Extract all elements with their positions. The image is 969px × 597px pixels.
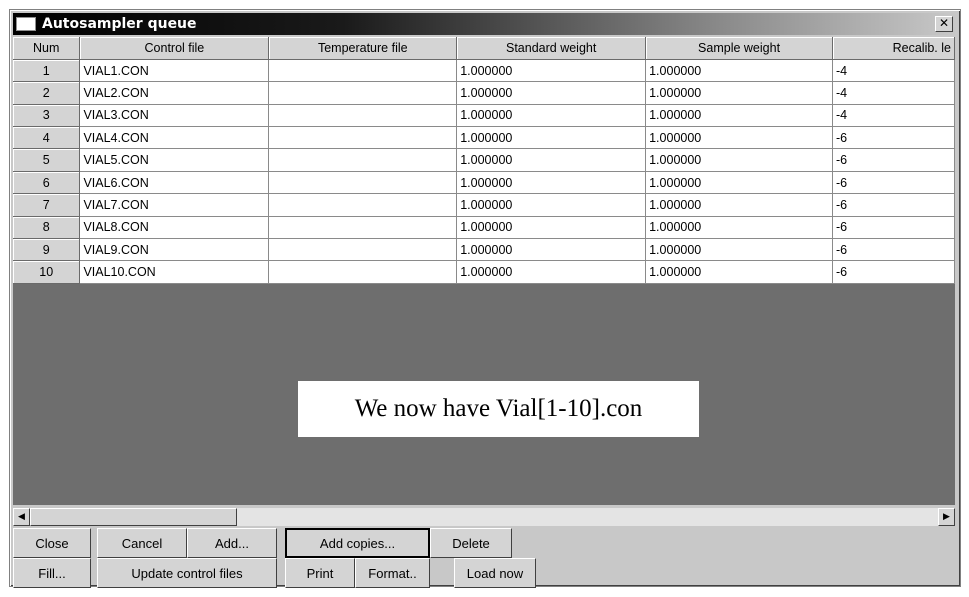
table-row[interactable]: 8 VIAL8.CON 1.000000 1.000000 -6: [13, 216, 955, 240]
control-file-cell[interactable]: VIAL9.CON: [79, 238, 270, 262]
sample-weight-cell[interactable]: 1.000000: [645, 104, 833, 128]
control-file-cell[interactable]: VIAL10.CON: [79, 260, 270, 284]
sample-weight-cell[interactable]: 1.000000: [645, 171, 833, 195]
window-icon: [16, 17, 36, 31]
sample-weight-cell[interactable]: 1.000000: [645, 148, 833, 172]
standard-weight-cell[interactable]: 1.000000: [456, 216, 647, 240]
temperature-file-cell[interactable]: [268, 59, 458, 83]
add-copies-button[interactable]: Add copies...: [285, 528, 430, 558]
standard-weight-cell[interactable]: 1.000000: [456, 260, 647, 284]
update-control-files-button[interactable]: Update control files: [97, 558, 277, 588]
table-row[interactable]: 10 VIAL10.CON 1.000000 1.000000 -6: [13, 260, 955, 284]
row-number[interactable]: 6: [13, 171, 81, 195]
temperature-file-cell[interactable]: [268, 238, 458, 262]
recalib-cell[interactable]: -6: [832, 193, 955, 217]
control-file-cell[interactable]: VIAL5.CON: [79, 148, 270, 172]
standard-weight-cell[interactable]: 1.000000: [456, 238, 647, 262]
row-number[interactable]: 3: [13, 104, 81, 128]
recalib-cell[interactable]: -6: [832, 171, 955, 195]
close-icon[interactable]: ✕: [935, 16, 953, 32]
recalib-cell[interactable]: -6: [832, 126, 955, 150]
recalib-cell[interactable]: -6: [832, 238, 955, 262]
row-number[interactable]: 10: [13, 260, 81, 284]
standard-weight-cell[interactable]: 1.000000: [456, 104, 647, 128]
window-title: Autosampler queue: [42, 16, 197, 32]
control-file-cell[interactable]: VIAL4.CON: [79, 126, 270, 150]
fill-button[interactable]: Fill...: [13, 558, 91, 588]
control-file-cell[interactable]: VIAL6.CON: [79, 171, 270, 195]
row-number[interactable]: 8: [13, 216, 81, 240]
column-header-num[interactable]: Num: [13, 37, 81, 60]
row-number[interactable]: 2: [13, 81, 81, 105]
row-number[interactable]: 4: [13, 126, 81, 150]
scrollbar-thumb[interactable]: [30, 508, 237, 526]
recalib-cell[interactable]: -6: [832, 260, 955, 284]
horizontal-scrollbar[interactable]: ◀ ▶: [13, 508, 955, 526]
table-row[interactable]: 9 VIAL9.CON 1.000000 1.000000 -6: [13, 238, 955, 262]
table-row[interactable]: 1 VIAL1.CON 1.000000 1.000000 -4: [13, 59, 955, 83]
row-number[interactable]: 1: [13, 59, 81, 83]
close-button[interactable]: Close: [13, 528, 91, 558]
standard-weight-cell[interactable]: 1.000000: [456, 193, 647, 217]
recalib-cell[interactable]: -4: [832, 104, 955, 128]
control-file-cell[interactable]: VIAL7.CON: [79, 193, 270, 217]
standard-weight-cell[interactable]: 1.000000: [456, 171, 647, 195]
add-button[interactable]: Add...: [187, 528, 277, 558]
recalib-cell[interactable]: -4: [832, 59, 955, 83]
column-header-control-file[interactable]: Control file: [79, 37, 270, 60]
control-file-cell[interactable]: VIAL2.CON: [79, 81, 270, 105]
column-header-sample-weight[interactable]: Sample weight: [645, 37, 833, 60]
format-button[interactable]: Format..: [355, 558, 430, 588]
table-row[interactable]: 4 VIAL4.CON 1.000000 1.000000 -6: [13, 126, 955, 150]
temperature-file-cell[interactable]: [268, 104, 458, 128]
table-row[interactable]: 7 VIAL7.CON 1.000000 1.000000 -6: [13, 193, 955, 217]
title-bar[interactable]: Autosampler queue ✕: [13, 13, 957, 35]
annotation-callout: We now have Vial[1-10].con: [298, 381, 699, 437]
table-header-row: Num Control file Temperature file Standa…: [13, 37, 955, 60]
print-button[interactable]: Print: [285, 558, 355, 588]
row-number[interactable]: 5: [13, 148, 81, 172]
recalib-cell[interactable]: -4: [832, 81, 955, 105]
column-header-recalib[interactable]: Recalib. le: [832, 37, 955, 60]
column-header-standard-weight[interactable]: Standard weight: [456, 37, 647, 60]
scroll-right-icon[interactable]: ▶: [938, 508, 955, 526]
table-row[interactable]: 6 VIAL6.CON 1.000000 1.000000 -6: [13, 171, 955, 195]
temperature-file-cell[interactable]: [268, 148, 458, 172]
sample-weight-cell[interactable]: 1.000000: [645, 193, 833, 217]
queue-grid: Num Control file Temperature file Standa…: [13, 37, 955, 505]
temperature-file-cell[interactable]: [268, 216, 458, 240]
standard-weight-cell[interactable]: 1.000000: [456, 59, 647, 83]
sample-weight-cell[interactable]: 1.000000: [645, 238, 833, 262]
recalib-cell[interactable]: -6: [832, 148, 955, 172]
control-file-cell[interactable]: VIAL3.CON: [79, 104, 270, 128]
temperature-file-cell[interactable]: [268, 260, 458, 284]
table-row[interactable]: 3 VIAL3.CON 1.000000 1.000000 -4: [13, 104, 955, 128]
standard-weight-cell[interactable]: 1.000000: [456, 148, 647, 172]
sample-weight-cell[interactable]: 1.000000: [645, 260, 833, 284]
queue-table: Num Control file Temperature file Standa…: [13, 37, 955, 284]
delete-button[interactable]: Delete: [430, 528, 512, 558]
sample-weight-cell[interactable]: 1.000000: [645, 81, 833, 105]
temperature-file-cell[interactable]: [268, 81, 458, 105]
standard-weight-cell[interactable]: 1.000000: [456, 81, 647, 105]
scroll-left-icon[interactable]: ◀: [13, 508, 30, 526]
temperature-file-cell[interactable]: [268, 171, 458, 195]
cancel-button[interactable]: Cancel: [97, 528, 187, 558]
recalib-cell[interactable]: -6: [832, 216, 955, 240]
row-number[interactable]: 9: [13, 238, 81, 262]
temperature-file-cell[interactable]: [268, 126, 458, 150]
control-file-cell[interactable]: VIAL1.CON: [79, 59, 270, 83]
load-now-button[interactable]: Load now: [454, 558, 536, 588]
table-row[interactable]: 2 VIAL2.CON 1.000000 1.000000 -4: [13, 81, 955, 105]
sample-weight-cell[interactable]: 1.000000: [645, 126, 833, 150]
row-number[interactable]: 7: [13, 193, 81, 217]
autosampler-queue-window: Autosampler queue ✕ Num Control file Tem…: [9, 9, 961, 588]
column-header-temperature-file[interactable]: Temperature file: [268, 37, 458, 60]
standard-weight-cell[interactable]: 1.000000: [456, 126, 647, 150]
sample-weight-cell[interactable]: 1.000000: [645, 59, 833, 83]
control-file-cell[interactable]: VIAL8.CON: [79, 216, 270, 240]
sample-weight-cell[interactable]: 1.000000: [645, 216, 833, 240]
temperature-file-cell[interactable]: [268, 193, 458, 217]
table-row[interactable]: 5 VIAL5.CON 1.000000 1.000000 -6: [13, 148, 955, 172]
